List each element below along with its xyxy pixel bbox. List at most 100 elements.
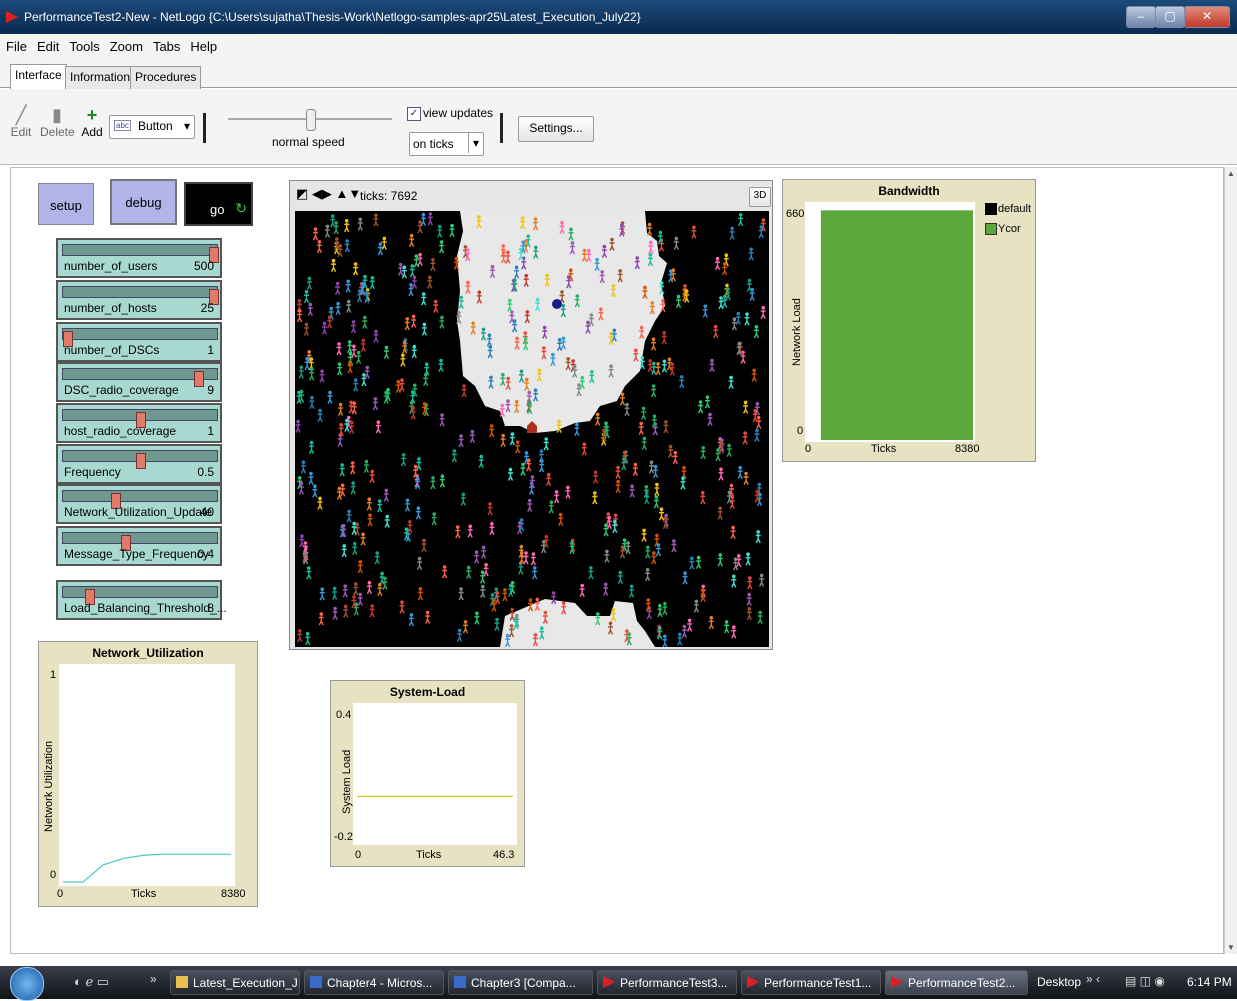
slider-frequency[interactable]: Frequency 0.5	[56, 444, 222, 484]
person-icon	[417, 587, 424, 601]
person-icon	[641, 436, 647, 450]
delete-tool[interactable]: ▮ Delete	[40, 105, 75, 139]
tray-icons[interactable]: ▤ ◫ ◉	[1125, 974, 1165, 988]
slider-dsc-radio-coverage[interactable]: DSC_radio_coverage 9	[56, 362, 222, 402]
slider-number-of-users[interactable]: number_of_users 500	[56, 238, 222, 278]
person-icon	[651, 551, 657, 565]
slider-track[interactable]	[62, 450, 218, 469]
person-icon	[410, 390, 416, 404]
task-performancetest2[interactable]: PerformanceTest2...	[885, 970, 1028, 995]
desktop-toolbar[interactable]: Desktop	[1037, 975, 1081, 989]
task-performancetest3[interactable]: PerformanceTest3...	[597, 970, 737, 995]
person-icon	[752, 409, 758, 423]
person-icon	[455, 525, 461, 539]
person-icon	[383, 488, 389, 502]
3d-view-button[interactable]: 3D	[749, 187, 771, 207]
person-icon	[628, 584, 635, 598]
slider-number-of-hosts[interactable]: number_of_hosts 25	[56, 280, 222, 320]
chevron-right-icon[interactable]: » ‹	[1086, 972, 1100, 986]
person-icon	[704, 395, 711, 409]
series-line	[63, 853, 231, 883]
person-icon	[303, 290, 310, 304]
slider-network-utilization-update[interactable]: Network_Utilization_Update 40	[56, 484, 222, 524]
person-icon	[306, 276, 313, 290]
edit-tool[interactable]: ╱ Edit	[10, 105, 32, 139]
x-min-label: 0	[355, 849, 362, 861]
slider-number-of-dscs[interactable]: number_of_DSCs 1	[56, 322, 222, 362]
person-icon	[421, 538, 427, 552]
person-icon	[657, 603, 663, 618]
slider-track[interactable]	[62, 490, 218, 509]
menu-help[interactable]: Help	[184, 34, 221, 54]
widget-type-select[interactable]: abc Button ▾	[109, 115, 195, 139]
slider-track[interactable]	[62, 409, 218, 428]
slider-message-type-frequency[interactable]: Message_Type_Frequency 0.4	[56, 526, 222, 566]
slider-track[interactable]	[62, 368, 218, 387]
slider-load-balancing-threshold[interactable]: Load_Balancing_Threshold_... 8	[56, 580, 227, 620]
menu-tabs[interactable]: Tabs	[147, 34, 184, 54]
slider-track[interactable]	[62, 244, 219, 263]
start-button[interactable]	[10, 967, 44, 1001]
add-tool[interactable]: + Add	[80, 105, 104, 139]
slider-track[interactable]	[62, 286, 219, 305]
person-icon	[319, 587, 325, 601]
view-updates-label: view updates	[423, 106, 494, 120]
person-icon	[480, 545, 487, 559]
speed-slider-knob[interactable]	[306, 109, 316, 131]
slider-track[interactable]	[62, 586, 218, 605]
view-size-controls-icon[interactable]: ◩ ◀▶ ▲▼	[296, 186, 361, 202]
person-icon	[730, 525, 736, 539]
person-icon	[341, 544, 347, 558]
menu-edit[interactable]: Edit	[31, 34, 63, 54]
person-icon	[299, 534, 305, 548]
person-icon	[489, 522, 495, 536]
person-icon	[439, 413, 445, 427]
maximize-button[interactable]: ▢	[1155, 6, 1185, 28]
world-canvas[interactable]	[295, 211, 769, 647]
task-chapter4[interactable]: Chapter4 - Micros...	[304, 970, 444, 995]
menu-zoom[interactable]: Zoom	[104, 34, 147, 54]
person-icon	[729, 226, 735, 240]
task-latest-execution[interactable]: Latest_Execution_J...	[170, 970, 300, 995]
person-icon	[364, 365, 370, 379]
person-icon	[456, 628, 463, 642]
task-chapter3[interactable]: Chapter3 [Compa...	[448, 970, 593, 995]
x-max-label: 46.3	[493, 849, 515, 861]
person-icon	[487, 502, 493, 516]
menu-file[interactable]: File	[0, 34, 31, 54]
person-icon	[523, 451, 530, 465]
view-updates-checkbox[interactable]: ✓	[407, 107, 421, 121]
settings-button[interactable]: Settings...	[518, 116, 594, 142]
task-performancetest1[interactable]: PerformanceTest1...	[741, 970, 881, 995]
setup-button[interactable]: setup	[38, 183, 94, 225]
chevron-down-icon: ▾	[183, 119, 190, 133]
close-button[interactable]: ✕	[1184, 6, 1230, 28]
person-icon	[308, 471, 314, 485]
scroll-up-icon[interactable]: ▲	[1227, 169, 1235, 178]
person-icon	[651, 361, 657, 375]
person-icon	[467, 524, 473, 538]
debug-button[interactable]: debug	[110, 179, 177, 225]
person-icon	[336, 342, 342, 356]
slider-knob[interactable]	[194, 371, 205, 387]
slider-host-radio-coverage[interactable]: host_radio_coverage 1	[56, 403, 222, 443]
scroll-down-icon[interactable]: ▼	[1227, 943, 1235, 952]
go-button[interactable]: go ↻	[184, 182, 253, 226]
slider-track[interactable]	[62, 532, 218, 551]
person-icon	[334, 281, 341, 295]
slider-knob[interactable]	[136, 453, 146, 469]
person-icon	[615, 465, 621, 479]
slider-track[interactable]	[62, 328, 218, 347]
person-icon	[408, 613, 415, 627]
person-icon	[731, 625, 737, 639]
chevron-right-icon[interactable]: »	[150, 972, 157, 986]
vertical-scrollbar[interactable]: ▲ ▼	[1224, 167, 1237, 954]
update-mode-select[interactable]: on ticks ▾	[409, 132, 484, 156]
person-icon	[754, 428, 760, 442]
quick-launch-icons[interactable]: ◐ ℯ ▭	[74, 974, 109, 990]
minimize-button[interactable]: ‒	[1126, 6, 1156, 28]
person-icon	[312, 227, 319, 241]
person-icon	[603, 523, 609, 537]
menu-tools[interactable]: Tools	[63, 34, 103, 54]
word-doc-icon	[310, 976, 322, 988]
